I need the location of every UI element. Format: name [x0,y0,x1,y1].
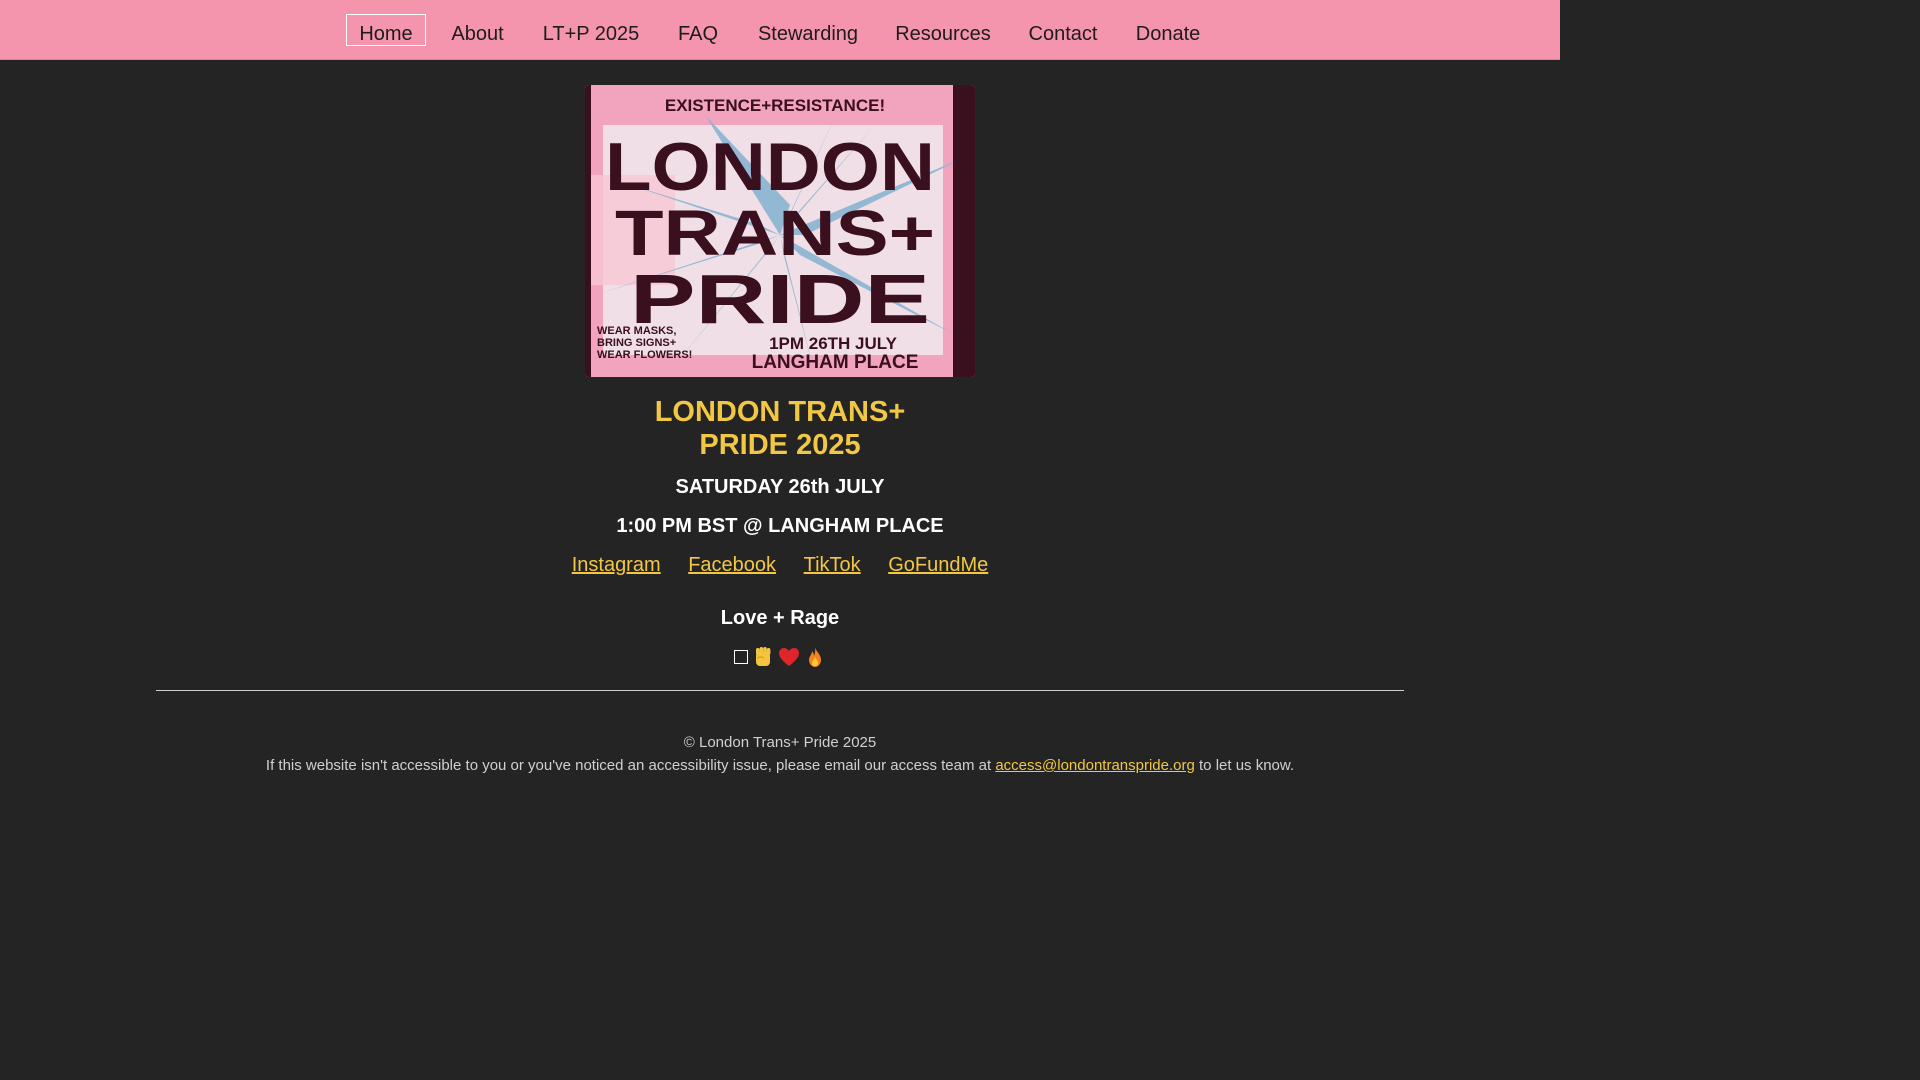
top-navbar: Home About LT+P 2025 FAQ Stewarding Reso… [0,0,1560,60]
tiktok-link[interactable]: TikTok [804,554,861,576]
nav-stewarding[interactable]: Stewarding [746,14,870,46]
nav-ltp-2025[interactable]: LT+P 2025 [530,14,652,46]
nav-resources[interactable]: Resources [884,14,1002,46]
instagram-link[interactable]: Instagram [572,554,661,576]
tagline: Love + Rage [720,607,840,629]
footer-access-text-before: If this website isn't accessible to you … [265,757,996,774]
nav-about[interactable]: About [440,14,515,46]
event-time-place: 1:00 PM BST @ LANGHAM PLACE [616,515,944,537]
gofundme-link[interactable]: GoFundMe [888,554,988,576]
footer-copyright: © London Trans+ Pride 2025 [683,734,877,751]
title-line-1: LONDON TRANS+ [654,396,906,428]
emoji-row [0,645,1560,674]
page-title: LONDON TRANS+ PRIDE 2025 [0,396,1560,462]
event-date: SATURDAY 26th JULY [675,476,885,498]
trans-flag-icon [733,649,749,670]
facebook-link[interactable]: Facebook [688,554,776,576]
poster-line-2: TRANS+ [615,197,935,269]
nav-faq[interactable]: FAQ [667,14,729,46]
nav-donate[interactable]: Donate [1125,14,1211,46]
title-line-2: PRIDE 2025 [699,429,861,461]
poster-datetime: 1PM 26TH JULY [769,334,898,353]
footer-access-text-after: to let us know. [1194,757,1295,774]
social-links: Instagram Facebook TikTok GoFundMe [0,554,1560,577]
raised-fist-icon [751,645,775,674]
poster-top-text: EXISTENCE+RESISTANCE! [665,96,885,115]
nav-contact[interactable]: Contact [1017,14,1109,46]
footer-divider [156,690,1404,691]
footer-accessibility: If this website isn't accessible to you … [0,757,1560,774]
poster-line-1: LONDON [605,129,935,205]
access-email-link[interactable]: access@londontranspride.org [995,757,1195,774]
poster-venue: LANGHAM PLACE [752,352,919,373]
nav-home[interactable]: Home [346,14,426,46]
event-poster-image: EXISTENCE+RESISTANCE! LONDON TRANS+ PRID… [585,85,975,377]
fire-icon [803,645,827,674]
red-heart-icon [777,645,801,674]
poster-bottom-left: WEAR MASKS, BRING SIGNS+ WEAR FLOWERS! [597,325,693,361]
